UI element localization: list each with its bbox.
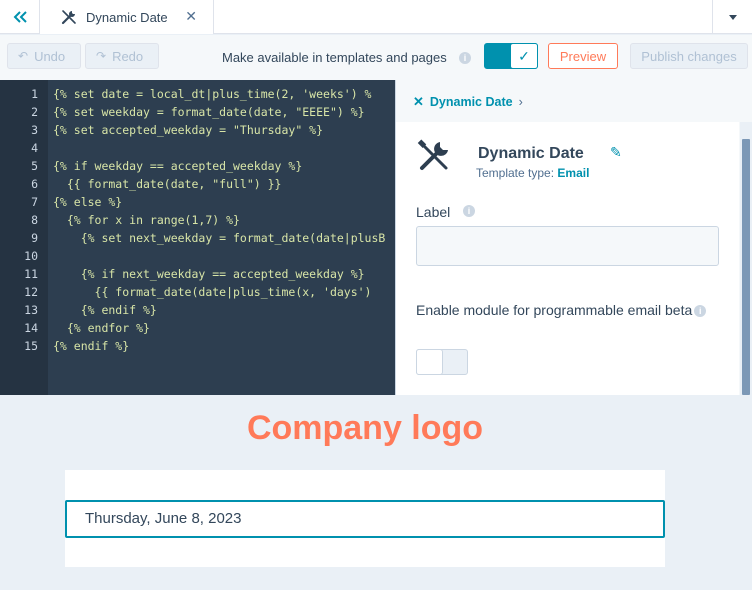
- breadcrumb-label: Dynamic Date: [429, 95, 513, 109]
- dynamic-date-output[interactable]: Thursday, June 8, 2023: [65, 500, 665, 538]
- info-icon[interactable]: i: [694, 305, 707, 318]
- code-text: {% endfor %}: [53, 321, 150, 335]
- double-chevron-left-icon: [13, 11, 27, 23]
- breadcrumb[interactable]: ✕ Dynamic Date ›: [413, 94, 523, 110]
- preview-button[interactable]: Preview: [548, 43, 618, 69]
- tools-icon: ✕: [413, 94, 424, 109]
- checkmark-icon: ✓: [510, 43, 538, 69]
- availability-label: Make available in templates and pages: [222, 50, 447, 65]
- tools-icon: [417, 139, 448, 170]
- code-line[interactable]: 13 {% endif %}: [0, 301, 395, 319]
- code-line[interactable]: 6 {{ format_date(date, "full") }}: [0, 175, 395, 193]
- enable-programmable-label: Enable module for programmable email bet…: [416, 298, 716, 322]
- code-editor[interactable]: 1 {% set date = local_dt|plus_time(2, 'we…: [0, 80, 395, 395]
- code-line[interactable]: 5 {% if weekday == accepted_weekday %}: [0, 157, 395, 175]
- line-number: 1: [31, 87, 38, 101]
- undo-button[interactable]: ↶ Undo: [7, 43, 81, 69]
- code-line[interactable]: 2 {% set weekday = format_date(date, "EEE…: [0, 103, 395, 121]
- line-number: 8: [31, 213, 38, 227]
- line-number: 13: [24, 303, 38, 317]
- line-number: 2: [31, 105, 38, 119]
- code-text: {% endif %}: [53, 303, 157, 317]
- dynamic-date-module[interactable]: Thursday, June 8, 2023: [65, 470, 665, 567]
- code-text: {% if next_weekday == accepted_weekday %…: [53, 267, 365, 281]
- collapse-sidebar-button[interactable]: [0, 0, 40, 34]
- code-line[interactable]: 7 {% else %}: [0, 193, 395, 211]
- code-text: {% if weekday == accepted_weekday %}: [53, 159, 303, 173]
- undo-icon: ↶: [18, 49, 29, 63]
- template-type: Template type: Email: [476, 166, 589, 180]
- line-number: 14: [24, 321, 38, 335]
- line-number: 15: [24, 339, 38, 353]
- info-icon[interactable]: i: [463, 205, 475, 217]
- line-number: 5: [31, 159, 38, 173]
- tab-dynamic-date[interactable]: Dynamic Date ✕: [40, 0, 214, 34]
- label-input[interactable]: [416, 226, 719, 266]
- code-line[interactable]: 15 {% endif %}: [0, 337, 395, 355]
- chevron-right-icon: ›: [518, 95, 523, 109]
- line-number: 6: [31, 177, 38, 191]
- code-line[interactable]: 10: [0, 247, 395, 265]
- line-number: 3: [31, 123, 38, 137]
- panel-scrollbar[interactable]: [740, 122, 752, 395]
- label-field-label: Label: [416, 204, 451, 220]
- code-text: {% set date = local_dt|plus_time(2, 'wee…: [53, 87, 372, 101]
- code-text: {% set next_weekday = format_date(date|p…: [53, 231, 386, 245]
- enable-programmable-text: Enable module for programmable email bet…: [416, 302, 693, 318]
- code-text: {% set accepted_weekday = "Thursday" %}: [53, 123, 324, 137]
- tab-label: Dynamic Date: [86, 9, 168, 25]
- redo-icon: ↷: [96, 49, 107, 63]
- module-settings-panel: ✕ Dynamic Date › Dynamic Date ✎ Template…: [395, 80, 752, 395]
- line-number: 9: [31, 231, 38, 245]
- toggle-knob: [416, 349, 443, 375]
- code-text: {% set weekday = format_date(date, "EEEE…: [53, 105, 365, 119]
- code-line[interactable]: 8 {% for x in range(1,7) %}: [0, 211, 395, 229]
- code-line[interactable]: 12 {{ format_date(date|plus_time(x, 'day…: [0, 283, 395, 301]
- code-line[interactable]: 9 {% set next_weekday = format_date(date…: [0, 229, 395, 247]
- undo-label: Undo: [34, 48, 66, 64]
- code-line[interactable]: 1 {% set date = local_dt|plus_time(2, 'we…: [0, 85, 395, 103]
- pencil-icon[interactable]: ✎: [610, 144, 622, 161]
- tab-dropdown-button[interactable]: [712, 0, 752, 34]
- caret-down-icon: [728, 14, 737, 20]
- redo-button[interactable]: ↷ Redo: [85, 43, 159, 69]
- template-type-label: Template type:: [476, 166, 555, 180]
- company-logo: Company logo: [246, 409, 484, 447]
- code-line[interactable]: 3 {% set accepted_weekday = "Thursday" %}: [0, 121, 395, 139]
- scrollbar-thumb[interactable]: [742, 139, 750, 395]
- line-number: 12: [24, 285, 38, 299]
- tools-icon: [61, 10, 76, 25]
- code-line[interactable]: 14 {% endfor %}: [0, 319, 395, 337]
- module-name: Dynamic Date: [478, 145, 584, 162]
- code-line[interactable]: 11 {% if next_weekday == accepted_weekda…: [0, 265, 395, 283]
- code-text: {% else %}: [53, 195, 123, 209]
- close-icon[interactable]: ✕: [185, 8, 197, 25]
- tab-bar: Dynamic Date ✕: [0, 0, 752, 34]
- line-number: 11: [24, 267, 38, 281]
- redo-label: Redo: [112, 48, 144, 64]
- code-text: {% for x in range(1,7) %}: [53, 213, 240, 227]
- line-number: 4: [31, 141, 38, 155]
- line-number: 7: [31, 195, 38, 209]
- code-text: {{ format_date(date|plus_time(x, 'days'): [53, 285, 372, 299]
- template-type-value: Email: [557, 166, 590, 180]
- publish-changes-button[interactable]: Publish changes: [630, 43, 748, 69]
- module-card: Dynamic Date ✎ Template type: Email Labe…: [396, 122, 739, 395]
- line-number: 10: [24, 249, 38, 263]
- info-icon[interactable]: i: [459, 52, 471, 64]
- code-line[interactable]: 4: [0, 139, 395, 157]
- availability-toggle[interactable]: ✓: [484, 43, 538, 69]
- email-preview: Company logo Thursday, June 8, 2023: [0, 395, 752, 590]
- code-text: {% endif %}: [53, 339, 130, 353]
- programmable-email-toggle[interactable]: [416, 349, 468, 375]
- code-text: {{ format_date(date, "full") }}: [53, 177, 282, 191]
